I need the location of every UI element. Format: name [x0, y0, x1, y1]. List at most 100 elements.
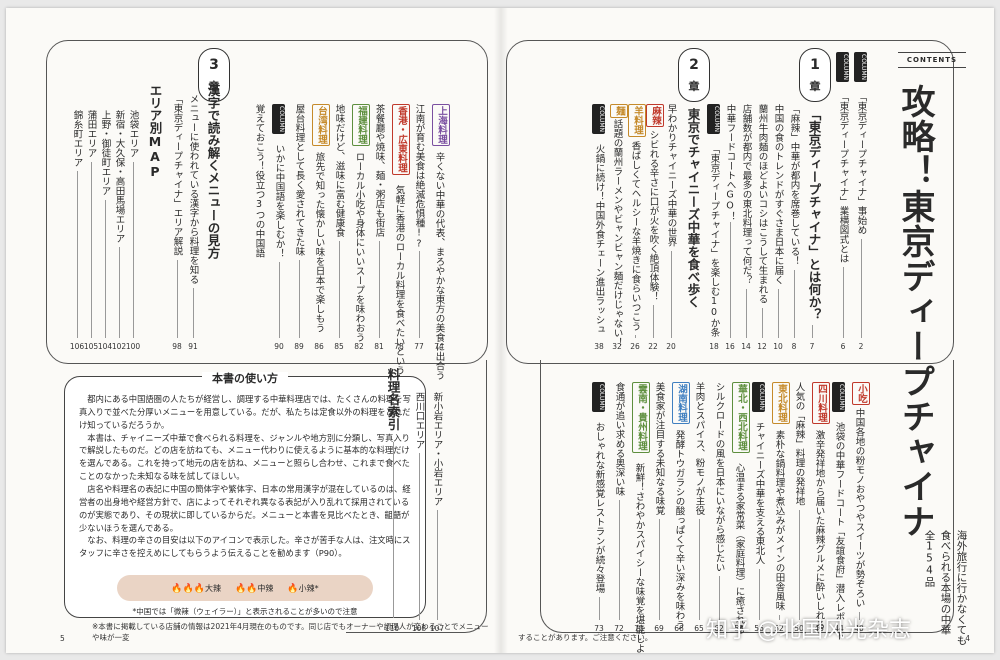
leader-line — [671, 250, 672, 338]
genre-badge: 上海料理 — [432, 104, 450, 146]
leader-line — [299, 260, 300, 338]
leader-line — [419, 453, 420, 620]
toc-entry-text: 覚えておこう！役立つ3つの中国語 — [253, 104, 265, 258]
toc-entry-text: 美食家が注目する未知なる味覚 — [653, 382, 665, 515]
leader-line — [177, 259, 178, 338]
toc-entry-text: メニューに使われている漢字から料理を知る — [187, 94, 199, 284]
toc-entry-text: 西川口エリア — [413, 392, 425, 449]
leader-line — [193, 288, 194, 338]
flame-icon: 🔥 — [287, 583, 299, 594]
leader-line — [279, 262, 280, 338]
toc-entry-text: 「東京ディープチャイナ」エリア解説 — [171, 94, 183, 256]
leader-line — [699, 519, 700, 620]
toc-entry-text: 屋台料理として長く愛されてきた味 — [293, 104, 305, 256]
column-tag: COLUMN — [832, 382, 845, 413]
column-tag: COLUMN — [752, 382, 765, 413]
toc-entry-text: いかに中国語を楽しむか！ — [273, 144, 285, 258]
book-spread: することがあります。ご注意ください。 4 5 ※本書に掲載している店舗の情報は2… — [6, 8, 994, 653]
leader-line — [659, 519, 660, 620]
howto-title: 本書の使い方 — [202, 372, 288, 385]
genre-badge: 台湾料理 — [312, 104, 330, 146]
toc-entry-text: 地味だけど、滋味に富む健康食 — [333, 104, 345, 237]
leader-line — [339, 241, 340, 338]
subtitle-line-2: 食べられる本場の中華 — [939, 530, 952, 635]
toc-title: 攻略！東京ディープチャイナ — [895, 84, 935, 539]
toc-entry-text: 素朴な鍋料理や煮込みがメインの田舎風味 — [773, 430, 785, 611]
toc-entry-text: 発酵トウガラシの酸っぱくて辛い深みを味わう — [673, 430, 685, 630]
left-page-number: 5 — [60, 634, 65, 643]
toc-entry-text: 「東京ディープチャイナ」を楽しむ10か条 — [708, 144, 720, 337]
toc-entry-text: 中国の食のトレンドがすぐさま日本に届く — [772, 104, 784, 285]
toc-entry-text: 羊肉とスパイス、粉モノが主役 — [693, 382, 705, 515]
leader-line — [91, 161, 92, 338]
leader-line — [799, 509, 800, 620]
page-number: 38 — [594, 342, 604, 351]
genre-badge: 東北料理 — [772, 382, 790, 424]
toc-entry-text: 香ばしくてヘルシーな羊焼きに食らいつこう — [629, 141, 641, 331]
leader-line — [762, 307, 763, 338]
column-tag: COLUMN — [707, 104, 720, 135]
toc-entry-text: 「東京ディープチャイナ」業横図式とは — [837, 92, 849, 263]
chapter-1-unit: 章 — [809, 80, 821, 93]
page-number: 110 — [384, 624, 400, 633]
leader-line — [635, 335, 636, 338]
toc-entry-text: 茶餐廳や焼味、麺・粥店も街店 — [373, 104, 385, 237]
toc-entry-text: 池袋の中華フードコート「友誼食府」潜入レポート — [833, 422, 845, 641]
watermark: 知乎 @北国风光杂志 — [706, 618, 911, 643]
toc-entry-text: 激辛発祥地から届いた麻辣グルメに酔いしれる — [813, 430, 825, 630]
page-number: 90 — [274, 342, 284, 351]
leader-line — [119, 247, 120, 338]
spice-legend-item: 🔥小辣* — [287, 583, 319, 594]
toc-entry-text: 「麻辣」中華が都内を席巻している！ — [788, 104, 800, 266]
genre-badge: 麻辣 — [646, 104, 664, 127]
chapter-3-heading: 漢字で読み解くメニューの見方 — [205, 84, 221, 259]
subtitle-line-1: 海外旅行に行かなくても — [955, 530, 968, 646]
page-number: 73 — [594, 624, 604, 633]
howto-paragraph-2: 本書は、チャイニーズ中華で食べられる料理を、ジャンルや地方別に分類し、写真入りで… — [79, 432, 410, 482]
leader-line — [419, 250, 420, 338]
howto-paragraph-4: なお、料理の辛さの目安は以下のアイコンで表示した。辛さが苦手な人は、注文時にスタ… — [79, 535, 411, 559]
toc-entry-text: 新宿・大久保・高田馬場エリア — [113, 110, 125, 243]
column-tag: COLUMN — [854, 52, 867, 83]
toc-entry-text: 店舗数が都内で最多の東北料理って何だ？ — [740, 104, 752, 285]
toc-entry-text: 池袋エリア — [127, 110, 139, 158]
column-tag: COLUMN — [592, 382, 605, 413]
genre-badge: 福建料理 — [352, 104, 370, 146]
area-map-heading: エリア別MAP — [147, 84, 163, 179]
chapter-2-num: 2 — [689, 57, 699, 73]
toc-entry-text: 人気の「麻辣」料理の発祥地 — [793, 382, 805, 506]
leader-line — [746, 288, 747, 338]
toc-entry-text: おしゃれな新感覚レストランが続々登場 — [593, 422, 605, 593]
spice-legend-item: 🔥🔥中辣 — [234, 583, 274, 594]
leader-line — [393, 442, 394, 618]
toc-entry-text: 蒲田エリア — [85, 110, 97, 158]
chapter-2-badge: 2章 — [678, 48, 710, 102]
page-number: 18 — [709, 342, 719, 351]
page-number: 106 — [69, 342, 85, 351]
genre-badge: 華北・西北料理 — [732, 382, 750, 453]
leader-line — [437, 510, 438, 620]
subtitle-line-3: 全154品 — [923, 530, 936, 587]
flame-icon: 🔥🔥 — [234, 583, 258, 594]
howto-paragraph-3: 店名や料理名の表記に中国の簡体字や繁体字、日本の常用漢字が混在しているのは、経営… — [79, 484, 411, 533]
spice-note: *中国では「微辣（ウェイラー）」と表示されることが多いので注意 — [132, 607, 358, 616]
toc-entry-text: シルクロードの風を日本にいながら感じたい — [713, 382, 725, 572]
genre-badge: 雲南・貴州料理 — [632, 382, 650, 453]
toc-entry-text: 江南が育む美食は絶滅危惧種!? — [413, 104, 425, 250]
toc-entry-text: 「東京ディープチャイナ」事始め — [855, 92, 867, 235]
contents-label: CONTENTS — [898, 52, 966, 68]
howto-box: 本書の使い方 都内にある中国語圏の人たちが経営し、調理する中華料理店では、たくさ… — [64, 372, 426, 618]
chapter-1-heading: 「東京ディープチャイナ」とは何か？ — [806, 108, 822, 321]
toc-entry-text: 中国各地の粉モノおやつやスイーツが勢ぞろい — [853, 408, 865, 608]
toc-entry-text: 早わかりチャイニーズ中華の世界 — [665, 104, 677, 247]
page-number: 108 — [411, 624, 427, 633]
dish-index-heading: 料理名索引 — [385, 368, 401, 431]
toc-entry-text: 錦糸町エリア — [71, 110, 83, 167]
genre-badge: 香港・広東料理 — [392, 104, 410, 175]
leader-line — [105, 199, 106, 338]
toc-entry-text: 心温まる家常菜（家庭料理）に癒される — [733, 463, 745, 634]
toc-entry-text: 食通が追い求める奥深い味 — [613, 382, 625, 496]
leader-line — [653, 305, 654, 338]
toc-entry-text: チャイニーズ中華を支える東北人 — [753, 422, 765, 565]
howto-paragraph-1: 都内にある中国語圏の人たちが経営し、調理する中華料理店では、たくさんの料理を写真… — [79, 394, 411, 430]
